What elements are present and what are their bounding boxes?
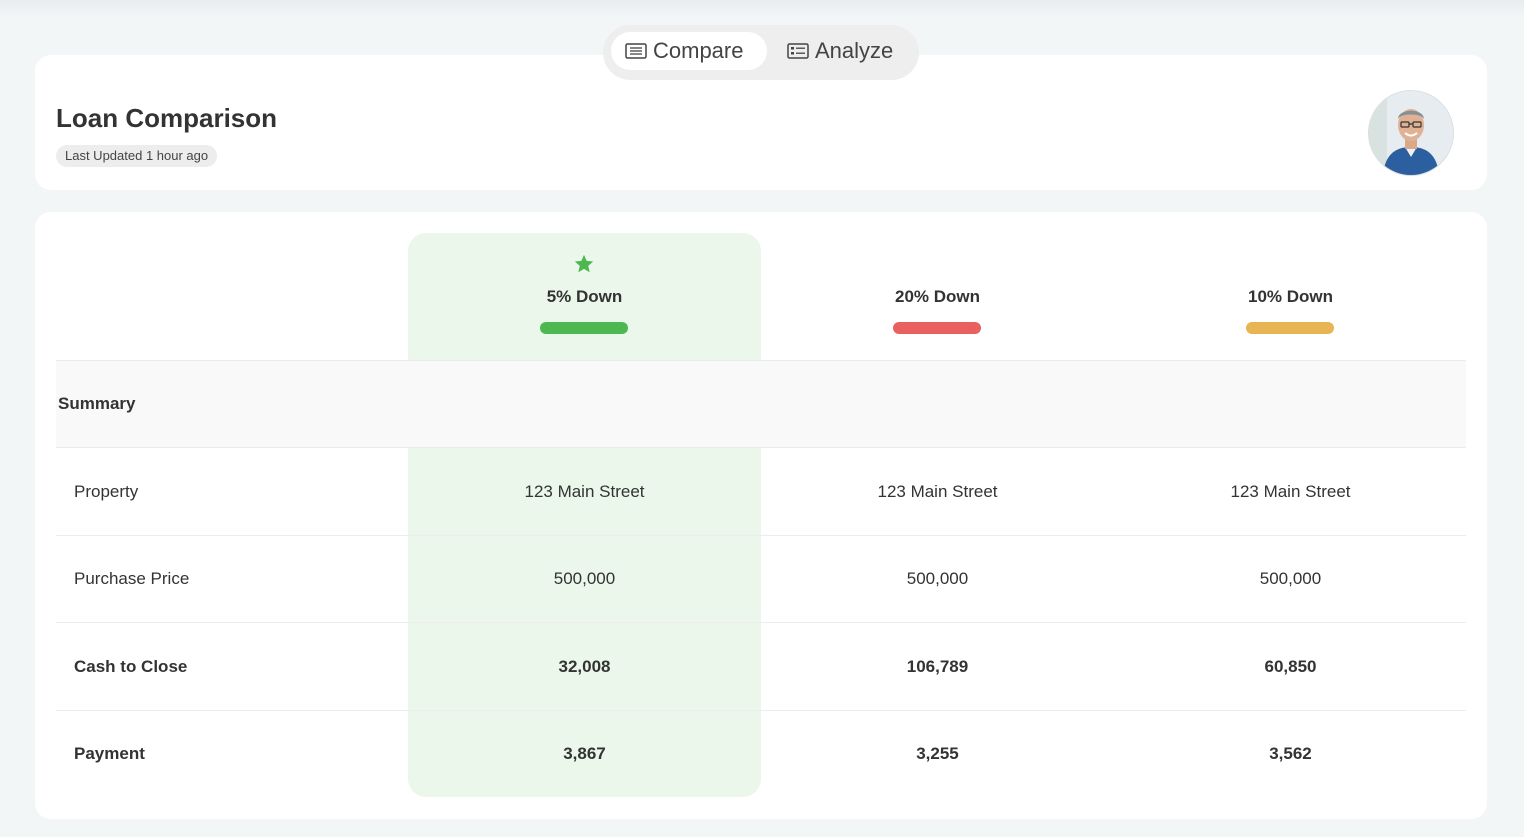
compare-tab-label: Compare (653, 38, 744, 63)
list-icon (625, 43, 647, 59)
analyze-tab[interactable]: Analyze (775, 32, 911, 70)
row-divider (56, 535, 1466, 536)
analyze-tab-label: Analyze (815, 38, 894, 63)
row-label-cash-to-close: Cash to Close (74, 657, 188, 676)
column-header-20-down[interactable]: 20% Down (761, 287, 1114, 307)
row-divider (56, 710, 1466, 711)
column-color-bar (540, 322, 628, 334)
table-cell: 123 Main Street (877, 482, 998, 501)
favorite-star-icon[interactable] (573, 253, 595, 275)
table-cell: 3,255 (916, 744, 959, 763)
column-color-bar (1246, 322, 1334, 334)
table-cell: 123 Main Street (1230, 482, 1351, 501)
row-divider (56, 360, 1466, 361)
row-label-payment: Payment (74, 744, 145, 763)
comparison-table: 5% Down 20% Down 10% Down Summary Proper… (35, 212, 1487, 819)
table-cell: 3,562 (1269, 744, 1312, 763)
table-cell: 123 Main Street (524, 482, 645, 501)
row-divider (56, 447, 1466, 448)
favorite-column-highlight (408, 233, 761, 797)
summary-band (56, 361, 1466, 447)
compare-tab[interactable]: Compare (611, 32, 767, 70)
row-label-property: Property (74, 482, 139, 501)
analyze-icon (787, 43, 809, 59)
avatar-image (1369, 91, 1453, 175)
table-cell: 60,850 (1264, 657, 1317, 676)
view-toggle: Compare Analyze (603, 25, 919, 80)
page-title: Loan Comparison (56, 103, 278, 133)
table-cell: 3,867 (563, 744, 606, 763)
table-cell: 500,000 (906, 569, 969, 588)
table-cell: 500,000 (1259, 569, 1322, 588)
row-label-purchase-price: Purchase Price (74, 569, 190, 588)
user-avatar[interactable] (1368, 90, 1454, 176)
table-cell: 500,000 (553, 569, 616, 588)
table-cell: 32,008 (558, 657, 611, 676)
summary-section-label: Summary (58, 394, 136, 413)
column-header-5-down[interactable]: 5% Down (408, 287, 761, 307)
top-shadow (0, 0, 1524, 18)
table-cell: 106,789 (906, 657, 969, 676)
last-updated-badge: Last Updated 1 hour ago (56, 145, 218, 167)
column-color-bar (893, 322, 981, 334)
row-divider (56, 622, 1466, 623)
column-header-10-down[interactable]: 10% Down (1114, 287, 1467, 307)
